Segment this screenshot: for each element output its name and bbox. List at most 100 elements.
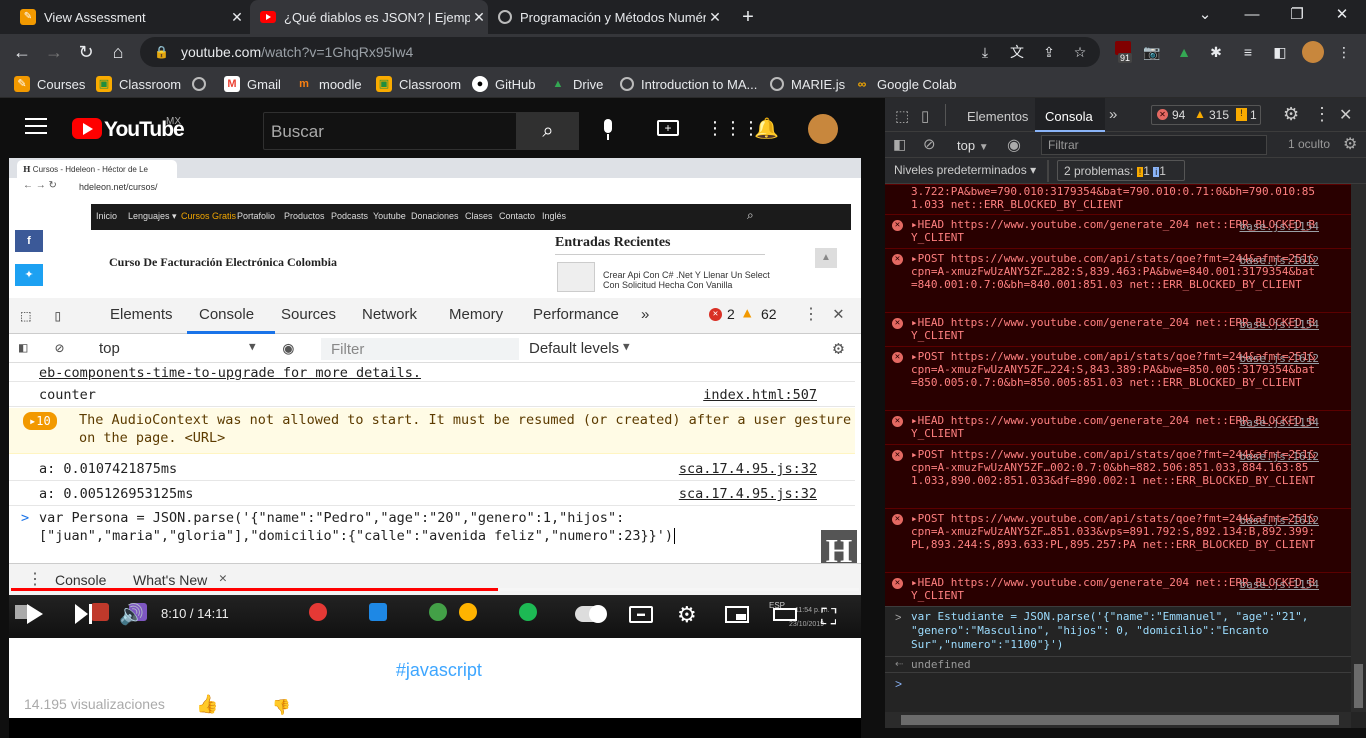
device-toggle-icon[interactable]: ▯: [921, 107, 929, 125]
tab-search-button[interactable]: ⌄: [1193, 5, 1217, 25]
bookmark-marie[interactable]: MARIE.js: [770, 75, 845, 93]
forward-button[interactable]: →: [42, 40, 66, 64]
miniplayer-icon[interactable]: [725, 606, 749, 623]
theater-mode-icon[interactable]: [773, 608, 797, 621]
create-video-icon[interactable]: +: [657, 120, 679, 136]
share-icon[interactable]: ⇪: [1039, 42, 1059, 62]
settings-gear-icon[interactable]: ⚙: [677, 602, 697, 628]
youtube-logo-icon[interactable]: [72, 118, 102, 139]
reload-button[interactable]: ↻: [74, 40, 98, 64]
tab-youtube-json[interactable]: ¿Qué diablos es JSON? | Ejemplo ✕: [250, 0, 488, 34]
error-source-link[interactable]: base.js:1154: [1240, 416, 1319, 429]
extension-ublock[interactable]: 91: [1112, 41, 1134, 65]
thanks-icon[interactable]: ♡: [504, 694, 520, 715]
error-source-link[interactable]: base.js:1612: [1240, 450, 1319, 463]
share-arrow-icon[interactable]: ➦: [372, 695, 387, 716]
search-button[interactable]: ⌕: [517, 112, 579, 150]
hashtag-link[interactable]: #javascript: [396, 660, 482, 680]
thanks-button[interactable]: GRACIAS: [533, 698, 598, 714]
close-window-button[interactable]: ✕: [1330, 5, 1354, 25]
close-icon[interactable]: ✕: [228, 9, 246, 26]
account-avatar[interactable]: [808, 114, 838, 144]
bookmark-gmail[interactable]: M Gmail: [224, 75, 281, 93]
settings-gear-icon[interactable]: ⚙: [1283, 104, 1299, 125]
bookmark-drive[interactable]: ▲ Drive: [550, 75, 604, 93]
bookmark-star-icon[interactable]: ☆: [1070, 42, 1090, 62]
problems-button[interactable]: 2 problemas: ! 1 i1: [1057, 160, 1185, 181]
bookmark-intro-ma[interactable]: Introduction to MA...: [620, 75, 757, 93]
vertical-scrollbar[interactable]: [1351, 184, 1366, 712]
video-player[interactable]: H Cursos - Hdeleon - Héctor de Le hdeleo…: [9, 158, 861, 738]
devtools-kebab-icon[interactable]: ⋮: [1313, 104, 1331, 125]
back-button[interactable]: ←: [10, 40, 34, 64]
close-devtools-icon[interactable]: ✕: [1339, 105, 1352, 125]
clip-button[interactable]: CLIP: [644, 698, 676, 714]
address-bar[interactable]: 🔒 youtube.com/watch?v=1GhqRx95Iw4: [140, 37, 1100, 67]
share-button[interactable]: COMPARTIR: [400, 698, 484, 714]
volume-icon[interactable]: 🔊: [119, 602, 144, 627]
console-prompt[interactable]: >: [885, 672, 1351, 702]
horizontal-scrollbar[interactable]: [885, 712, 1351, 728]
tab-consola[interactable]: Consola: [1045, 109, 1093, 124]
clear-console-icon[interactable]: ⊘: [923, 135, 936, 153]
minimize-button[interactable]: —: [1240, 5, 1264, 25]
inspect-icon[interactable]: ⬚: [895, 107, 909, 125]
more-tabs-icon[interactable]: »: [1109, 106, 1117, 123]
translate-icon[interactable]: 文: [1007, 42, 1027, 62]
progress-track[interactable]: [11, 588, 859, 591]
home-button[interactable]: ⌂: [106, 40, 130, 64]
bookmark-colab[interactable]: ∞ Google Colab: [854, 75, 957, 93]
console-settings-icon[interactable]: ⚙: [1343, 134, 1357, 154]
drive-icon[interactable]: ▲: [1174, 42, 1194, 62]
dislike-icon[interactable]: 👎: [272, 698, 291, 716]
clip-scissors-icon[interactable]: ✂: [616, 694, 631, 715]
save-playlist-icon[interactable]: ≡+: [698, 694, 719, 715]
log-levels-select[interactable]: Niveles predeterminados ▾: [894, 163, 1036, 177]
error-source-link[interactable]: base.js:1154: [1240, 220, 1319, 233]
media-icon[interactable]: ≡: [1238, 42, 1258, 62]
notifications-bell-icon[interactable]: 🔔: [754, 116, 779, 141]
error-source-link[interactable]: base.js:1154: [1240, 578, 1319, 591]
error-source-link[interactable]: base.js:1154: [1240, 318, 1319, 331]
bookmark-globe[interactable]: [192, 75, 213, 93]
more-actions-icon[interactable]: ⋯: [816, 694, 834, 715]
fullscreen-icon[interactable]: ⛶: [821, 604, 836, 630]
close-icon[interactable]: ✕: [706, 9, 724, 26]
sidebar-toggle-icon[interactable]: ◧: [893, 136, 906, 153]
context-select[interactable]: top ▼: [957, 138, 989, 153]
like-count[interactable]: 632: [226, 698, 249, 714]
save-button[interactable]: GUARDAR: [726, 698, 798, 714]
next-button[interactable]: [75, 604, 95, 624]
error-source-link[interactable]: base.js:1612: [1240, 254, 1319, 267]
issue-counters[interactable]: ✕ 94 ▲ 315 ! 1: [1151, 105, 1261, 125]
close-icon[interactable]: ✕: [470, 9, 488, 26]
apps-grid-icon[interactable]: ⋮⋮⋮: [706, 118, 760, 138]
bookmark-classroom[interactable]: ▣ Classroom: [96, 75, 181, 93]
bookmark-github[interactable]: ● GitHub: [472, 75, 535, 93]
bookmark-classroom-2[interactable]: ▣ Classroom: [376, 75, 461, 93]
bookmark-moodle[interactable]: m moodle: [296, 75, 362, 93]
camera-icon[interactable]: 📷: [1142, 42, 1162, 62]
tab-elementos[interactable]: Elementos: [967, 109, 1028, 124]
filter-input[interactable]: Filtrar: [1041, 135, 1267, 155]
voice-search-button[interactable]: [596, 117, 620, 143]
tab-programacion[interactable]: Programación y Métodos Numér ✕: [492, 0, 724, 34]
sidepanel-icon[interactable]: ◧: [1270, 42, 1290, 62]
install-icon[interactable]: ⤓: [975, 42, 995, 62]
subtitles-icon[interactable]: ▬: [629, 606, 653, 623]
puzzle-icon[interactable]: ✱: [1206, 42, 1226, 62]
play-button[interactable]: [27, 604, 43, 624]
error-source-link[interactable]: base.js:1612: [1240, 514, 1319, 527]
dislike-button[interactable]: NO ME GUSTA: [292, 688, 352, 722]
bookmark-courses[interactable]: ✎ Courses: [14, 75, 85, 93]
menu-icon[interactable]: ⋮: [1334, 42, 1354, 62]
error-source-link[interactable]: base.js:1612: [1240, 352, 1319, 365]
search-input[interactable]: Buscar: [263, 112, 517, 150]
profile-avatar[interactable]: [1302, 41, 1324, 63]
tab-view-assessment[interactable]: ✎ View Assessment ✕: [12, 0, 246, 34]
restore-button[interactable]: ❐: [1285, 5, 1309, 25]
hamburger-menu-icon[interactable]: [25, 118, 47, 136]
new-tab-button[interactable]: +: [736, 6, 760, 28]
autoplay-toggle[interactable]: [575, 605, 607, 623]
eye-icon[interactable]: ◉: [1007, 135, 1021, 155]
